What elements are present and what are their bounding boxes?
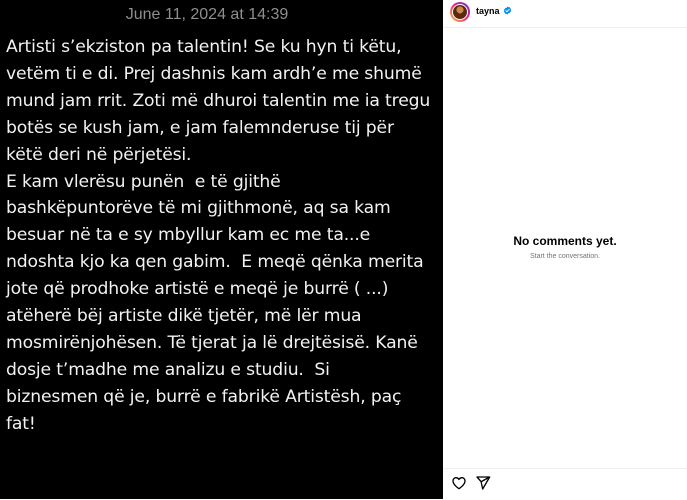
username[interactable]: tayna — [476, 6, 500, 16]
post-actions — [443, 468, 687, 500]
avatar-image — [453, 5, 467, 19]
post-text-line: mosmirënjohësen. Të tjerat ja lë drejtës… — [6, 332, 418, 353]
empty-comments-title: No comments yet. — [513, 234, 617, 248]
post-text-line: dosje t’madhe me analizu e studiu. Si — [6, 359, 330, 380]
post-text-line: fat! — [6, 413, 36, 434]
heart-icon[interactable] — [451, 475, 467, 491]
post-text-line: botës se kush jam, e jam falemnderuse ti… — [6, 117, 394, 138]
post-text-line: vetëm ti e di. Prej dashnis kam ardh’e m… — [6, 63, 422, 84]
post-date: June 11, 2024 at 14:39 — [125, 6, 289, 23]
post-text-line: E kam vlerësu punën e të gjithë — [6, 171, 281, 192]
verified-badge-icon — [503, 6, 512, 15]
empty-comments-subtitle: Start the conversation. — [529, 253, 601, 260]
post-text-line: mund jam rrit. Zoti më dhuroi talentin m… — [6, 90, 431, 111]
post-text-line: ndoshta kjo ka qen gabim. E meqë qënka m… — [6, 252, 424, 273]
post-text-line: biznesmen që je, burrë e fabrikë Artistë… — [6, 386, 402, 407]
post-text-line: besuar në ta e sy mbyllur kam ec me ta..… — [6, 225, 371, 246]
comments-sidebar: tayna No comments yet. Start the convers… — [443, 0, 687, 499]
post-text-line: Artisti s’ekziston pa talentin! Se ku hy… — [6, 37, 402, 57]
post-text-line: jote që prodhoke artistë e meqë je burrë… — [6, 279, 389, 300]
empty-comments: No comments yet. Start the conversation. — [443, 234, 687, 260]
post-header: tayna — [443, 0, 687, 28]
post-text-line: bashkëpuntorëve të mi gjithmonë, aq sa k… — [6, 198, 391, 219]
post-text-line: atëherë bëj artiste dikë tjetër, më lër … — [6, 306, 362, 327]
post-image: June 11, 2024 at 14:39 Artisti s’ekzisto… — [0, 0, 443, 499]
avatar[interactable] — [450, 2, 470, 22]
post-text: Artisti s’ekziston pa talentin! Se ku hy… — [6, 34, 436, 438]
paper-plane-icon[interactable] — [475, 475, 491, 491]
post-text-line: këtë deri në përjetësi. — [6, 144, 192, 165]
